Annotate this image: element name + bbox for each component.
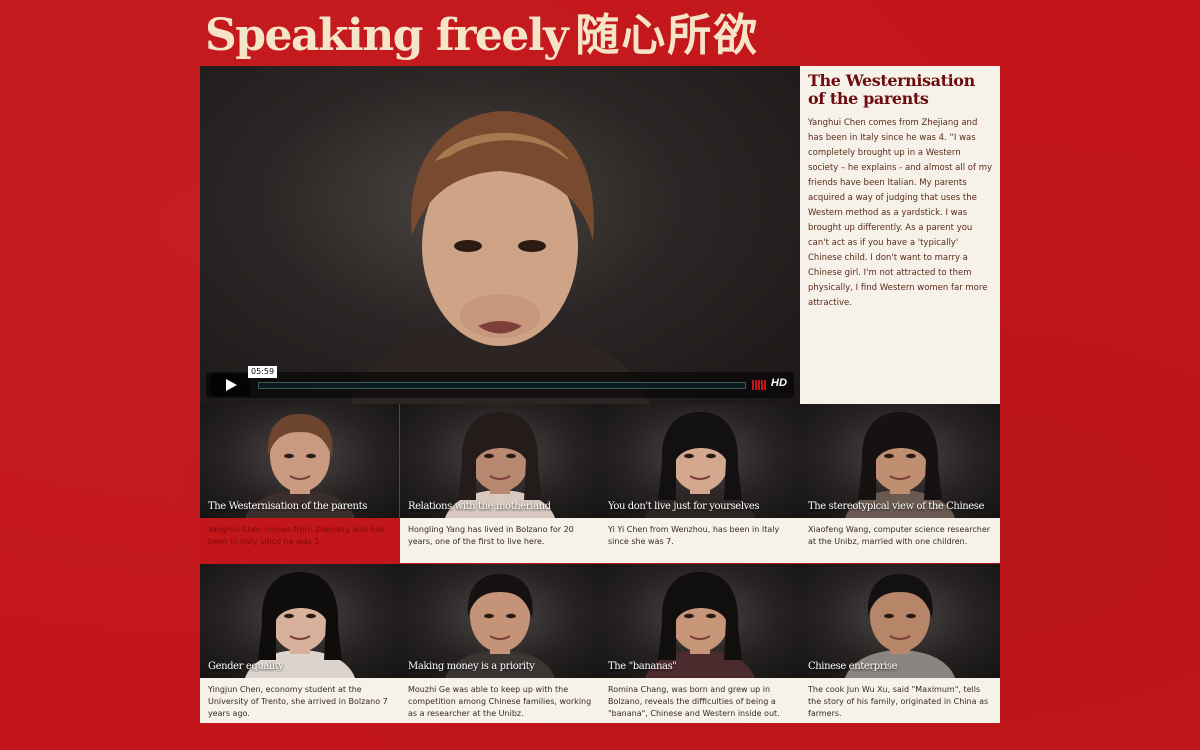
- video-thumbnail: The Westernisation of the parents: [200, 404, 400, 518]
- video-description: Yanghui Chen comes from Zhejiang and has…: [200, 518, 400, 563]
- video-thumbnail: You don't live just for yourselves: [600, 404, 800, 518]
- video-caption: Chinese enterprise: [808, 661, 898, 672]
- video-card[interactable]: Chinese enterprise The cook Jun Wu Xu, s…: [800, 564, 1000, 723]
- video-thumbnail: The stereotypical view of the Chinese: [800, 404, 1000, 518]
- video-caption: Relations with the motherland: [408, 501, 551, 512]
- video-card[interactable]: The Westernisation of the parents Yanghu…: [200, 404, 400, 563]
- video-player[interactable]: 05:59 HD: [200, 66, 800, 404]
- video-card[interactable]: The stereotypical view of the Chinese Xi…: [800, 404, 1000, 563]
- video-description: Xiaofeng Wang, computer science research…: [800, 518, 1000, 563]
- title-latin: Speaking freely: [205, 10, 569, 61]
- play-button[interactable]: [210, 374, 250, 396]
- play-icon: [226, 379, 237, 391]
- page-title: Speaking freely 随心所欲: [205, 8, 759, 64]
- video-caption: Gender equality: [208, 661, 284, 672]
- info-heading: The Westernisation of the parents: [808, 71, 975, 108]
- title-chinese: 随心所欲: [575, 10, 760, 61]
- video-frame-portrait: [350, 111, 650, 404]
- video-grid: The Westernisation of the parents Yanghu…: [200, 404, 1000, 723]
- player-controls: 05:59 HD: [206, 366, 794, 398]
- video-card[interactable]: The "bananas" Romina Chang, was born and…: [600, 564, 800, 723]
- hd-button[interactable]: HD: [771, 377, 787, 389]
- video-caption: The stereotypical view of the Chinese: [808, 501, 985, 512]
- info-body: Yanghui Chen comes from Zhejiang and has…: [808, 118, 992, 308]
- time-display: 05:59: [248, 366, 278, 378]
- video-thumbnail: The "bananas": [600, 564, 800, 678]
- video-thumbnail: Relations with the motherland: [400, 404, 600, 518]
- video-thumbnail: Gender equality: [200, 564, 400, 678]
- video-description: Yi Yi Chen from Wenzhou, has been in Ita…: [600, 518, 800, 563]
- volume-bars-icon[interactable]: [752, 380, 768, 390]
- video-info-panel: The Westernisation of the parents Yanghu…: [800, 66, 1000, 406]
- video-card[interactable]: You don't live just for yourselves Yi Yi…: [600, 404, 800, 563]
- video-description: The cook Jun Wu Xu, said "Maximum", tell…: [800, 678, 1000, 723]
- video-caption: The Westernisation of the parents: [208, 501, 367, 512]
- video-caption: The "bananas": [608, 661, 677, 672]
- video-card[interactable]: Gender equality Yingjun Chen, economy st…: [200, 564, 400, 723]
- progress-bar[interactable]: [258, 382, 746, 389]
- video-thumbnail: Making money is a priority: [400, 564, 600, 678]
- video-caption: You don't live just for yourselves: [608, 501, 760, 512]
- video-description: Romina Chang, was born and grew up in Bo…: [600, 678, 800, 723]
- video-card[interactable]: Making money is a priority Mouzhi Ge was…: [400, 564, 600, 723]
- video-thumbnail: Chinese enterprise: [800, 564, 1000, 678]
- video-description: Mouzhi Ge was able to keep up with the c…: [400, 678, 600, 723]
- video-description: Hongling Yang has lived in Bolzano for 2…: [400, 518, 600, 563]
- video-description: Yingjun Chen, economy student at the Uni…: [200, 678, 400, 723]
- video-caption: Making money is a priority: [408, 661, 535, 672]
- video-card[interactable]: Relations with the motherland Hongling Y…: [400, 404, 600, 563]
